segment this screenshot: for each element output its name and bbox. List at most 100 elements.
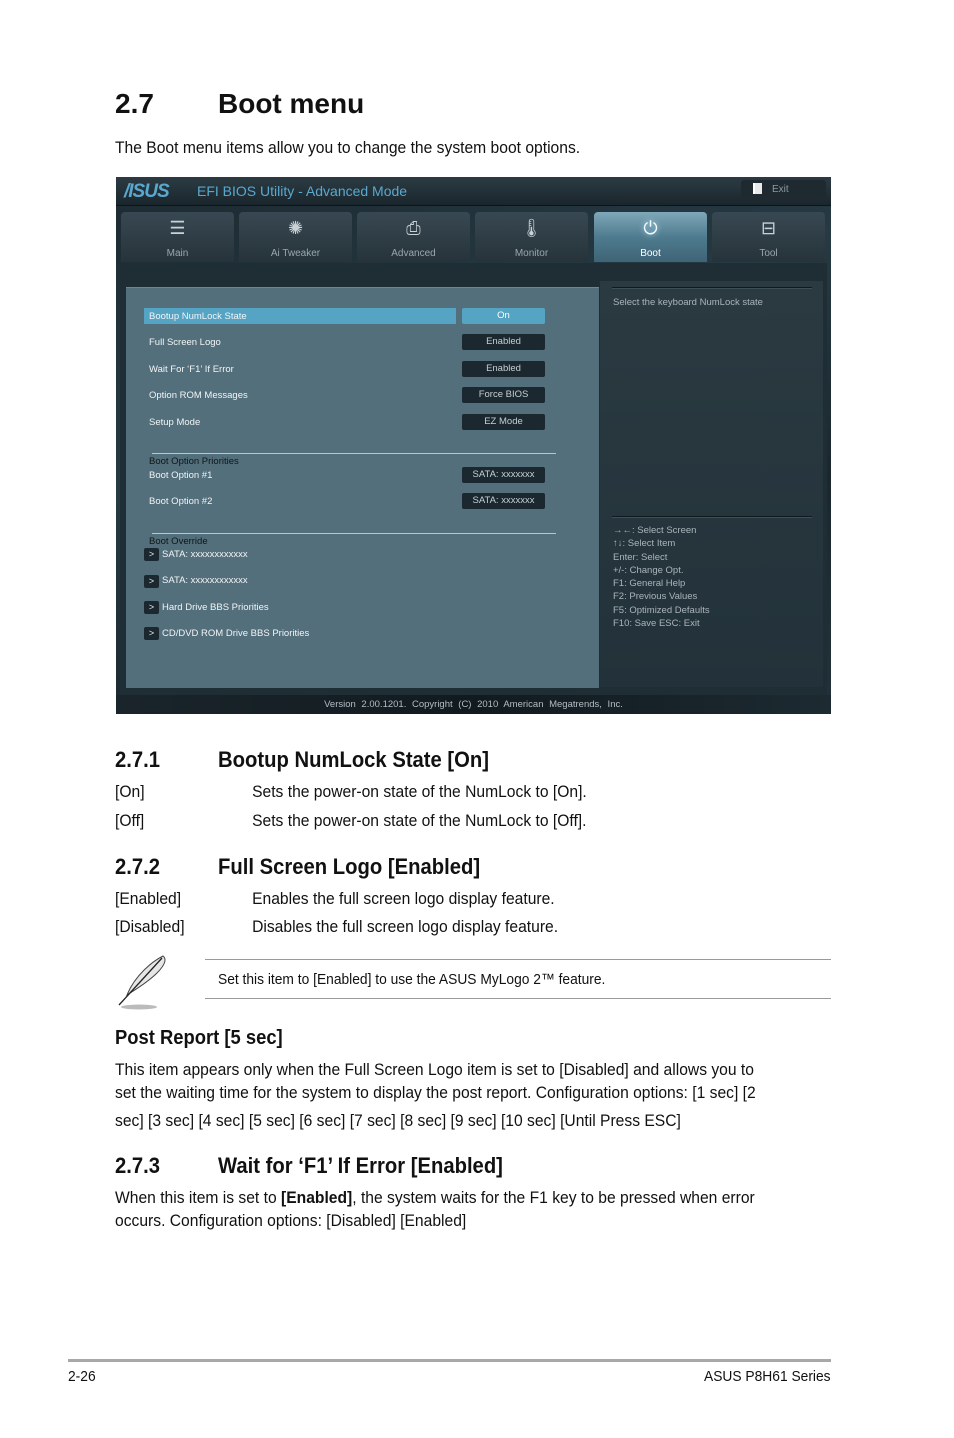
tab-monitor[interactable]: 🌡 Monitor xyxy=(475,212,588,262)
subsection-number: 2.7.1 xyxy=(115,747,161,772)
key-hint: F1: General Help xyxy=(613,578,686,590)
section-divider xyxy=(152,453,556,454)
subsection-heading-2-7-2: 2.7.2 Full Screen Logo [Enabled] xyxy=(115,854,480,880)
tab-advanced[interactable]: ⎙ Advanced xyxy=(357,212,470,262)
list-icon: ☰ xyxy=(169,218,186,238)
option-definition: [Enabled] Enables the full screen logo di… xyxy=(115,889,555,909)
key-hint: Enter: Select xyxy=(613,551,668,563)
tab-main[interactable]: ☰ Main xyxy=(121,212,234,262)
section-title: Boot menu xyxy=(218,88,365,119)
setting-label-numlock[interactable]: Bootup NumLock State xyxy=(149,311,247,322)
option-desc: Sets the power-on state of the NumLock t… xyxy=(252,782,587,801)
settings-panel: Bootup NumLock State On Full Screen Logo… xyxy=(126,287,599,688)
fan-icon: ✺ xyxy=(287,218,304,238)
s273-line-2: occurs. Configuration options: [Disabled… xyxy=(115,1211,467,1230)
version-text: Version 2.00.1201. Copyright (C) 2010 Am… xyxy=(324,699,623,710)
override-item[interactable]: Hard Drive BBS Priorities xyxy=(162,602,269,613)
page-number: 2-26 xyxy=(68,1368,96,1385)
tab-label: Tool xyxy=(759,248,778,259)
boot-option-1-label[interactable]: Boot Option #1 xyxy=(149,470,212,481)
override-item[interactable]: CD/DVD ROM Drive BBS Priorities xyxy=(162,628,309,639)
override-item[interactable]: SATA: xxxxxxxxxxxx xyxy=(162,575,248,586)
post-report-line: sec] [3 sec] [4 sec] [5 sec] [6 sec] [7 … xyxy=(115,1111,681,1130)
option-rom-value[interactable]: Force BIOS xyxy=(462,387,545,403)
bios-screenshot: /ISUS EFI BIOS Utility - Advanced Mode E… xyxy=(116,177,831,714)
boot-option-2-label[interactable]: Boot Option #2 xyxy=(149,496,212,507)
setup-mode-value[interactable]: EZ Mode xyxy=(462,414,545,430)
setting-label-full-screen-logo[interactable]: Full Screen Logo xyxy=(149,337,221,348)
key-hint: →←: Select Screen xyxy=(613,525,697,536)
boot-option-2-value[interactable]: SATA: xxxxxxx xyxy=(462,493,545,509)
subsection-number: 2.7.2 xyxy=(115,854,161,879)
section-intro: The Boot menu items allow you to change … xyxy=(115,138,581,157)
note-top-rule xyxy=(205,959,831,960)
subsection-heading-2-7-1: 2.7.1 Bootup NumLock State [On] xyxy=(115,747,489,773)
boot-option-1-value[interactable]: SATA: xxxxxxx xyxy=(462,467,545,483)
toolbox-icon: ⊟ xyxy=(760,218,777,238)
thermometer-icon: 🌡 xyxy=(520,218,543,238)
tab-label: Ai Tweaker xyxy=(270,248,321,259)
tab-boot[interactable]: ⏻ Boot xyxy=(594,212,707,262)
submenu-arrow-icon[interactable]: > xyxy=(144,601,159,614)
tab-label: Main xyxy=(166,248,189,259)
key-hint: F2: Previous Values xyxy=(613,591,698,603)
exit-button[interactable]: Exit xyxy=(741,180,826,199)
help-panel: Select the keyboard NumLock state →←: Se… xyxy=(600,281,823,687)
exit-label: Exit xyxy=(772,184,789,195)
option-term: [Enabled] xyxy=(115,889,182,908)
submenu-arrow-icon[interactable]: > xyxy=(144,627,159,640)
key-hint: F5: Optimized Defaults xyxy=(613,604,710,616)
key-hint: +/-: Change Opt. xyxy=(613,564,684,576)
text-run: , the system waits for the F1 key to be … xyxy=(352,1188,755,1207)
setting-label-setup-mode[interactable]: Setup Mode xyxy=(149,417,200,428)
power-icon: ⏻ xyxy=(643,218,658,238)
override-item[interactable]: SATA: xxxxxxxxxxxx xyxy=(162,549,248,560)
post-report-line: This item appears only when the Full Scr… xyxy=(115,1060,754,1079)
s273-line-1: When this item is set to [Enabled], the … xyxy=(115,1188,755,1208)
subsection-title: Bootup NumLock State [On] xyxy=(218,747,490,772)
help-divider xyxy=(612,516,812,518)
help-text: Select the keyboard NumLock state xyxy=(613,297,763,308)
boot-priorities-title: Boot Option Priorities xyxy=(149,456,239,467)
asus-logo: /ISUS xyxy=(124,181,170,202)
post-report-line: set the waiting time for the system to d… xyxy=(115,1083,756,1102)
setting-label-wait-f1[interactable]: Wait For ‘F1’ If Error xyxy=(149,364,234,375)
section-number: 2.7 xyxy=(115,88,154,119)
option-desc: Enables the full screen logo display fea… xyxy=(252,889,555,908)
section-divider xyxy=(152,533,556,534)
submenu-arrow-icon[interactable]: > xyxy=(144,548,159,561)
post-report-heading: Post Report [5 sec] xyxy=(115,1027,283,1049)
tab-tool[interactable]: ⊟ Tool xyxy=(712,212,825,262)
tab-label: Monitor xyxy=(514,248,549,259)
submenu-arrow-icon[interactable]: > xyxy=(144,575,159,588)
subsection-title: Full Screen Logo [Enabled] xyxy=(218,854,481,879)
tab-label: Advanced xyxy=(391,248,436,259)
option-definition: [On] Sets the power-on state of the NumLo… xyxy=(115,782,587,802)
bios-titlebar: /ISUS EFI BIOS Utility - Advanced Mode E… xyxy=(116,177,831,206)
subsection-number: 2.7.3 xyxy=(115,1153,161,1178)
subsection-title: Wait for ‘F1’ If Error [Enabled] xyxy=(218,1153,503,1178)
tab-label: Boot xyxy=(640,248,661,259)
key-hint: ↑↓: Select Item xyxy=(613,538,676,550)
note-feather-icon xyxy=(118,955,166,1010)
option-term: [Disabled] xyxy=(115,917,185,936)
setting-label-option-rom[interactable]: Option ROM Messages xyxy=(149,390,248,401)
note-bottom-rule xyxy=(205,998,831,999)
option-term: [On] xyxy=(115,782,145,801)
tab-ai-tweaker[interactable]: ✺ Ai Tweaker xyxy=(239,212,352,262)
product-name: ASUS P8H61 Series xyxy=(704,1368,831,1385)
help-divider xyxy=(612,287,812,289)
numlock-value[interactable]: On xyxy=(462,308,545,324)
wait-f1-value[interactable]: Enabled xyxy=(462,361,545,377)
option-term: [Off] xyxy=(115,811,145,830)
advanced-settings-icon: ⎙ xyxy=(406,218,421,238)
full-screen-logo-value[interactable]: Enabled xyxy=(462,334,545,350)
footer-rule xyxy=(68,1359,831,1362)
key-hint: F10: Save ESC: Exit xyxy=(613,618,700,630)
text-run: When this item is set to xyxy=(115,1188,282,1207)
option-desc: Sets the power-on state of the NumLock t… xyxy=(252,811,587,830)
enabled-emphasis: [Enabled] xyxy=(281,1188,353,1207)
option-definition: [Off] Sets the power-on state of the NumL… xyxy=(115,811,586,831)
section-heading: 2.7 Boot menu xyxy=(115,88,364,120)
option-definition: [Disabled] Disables the full screen logo … xyxy=(115,917,558,937)
